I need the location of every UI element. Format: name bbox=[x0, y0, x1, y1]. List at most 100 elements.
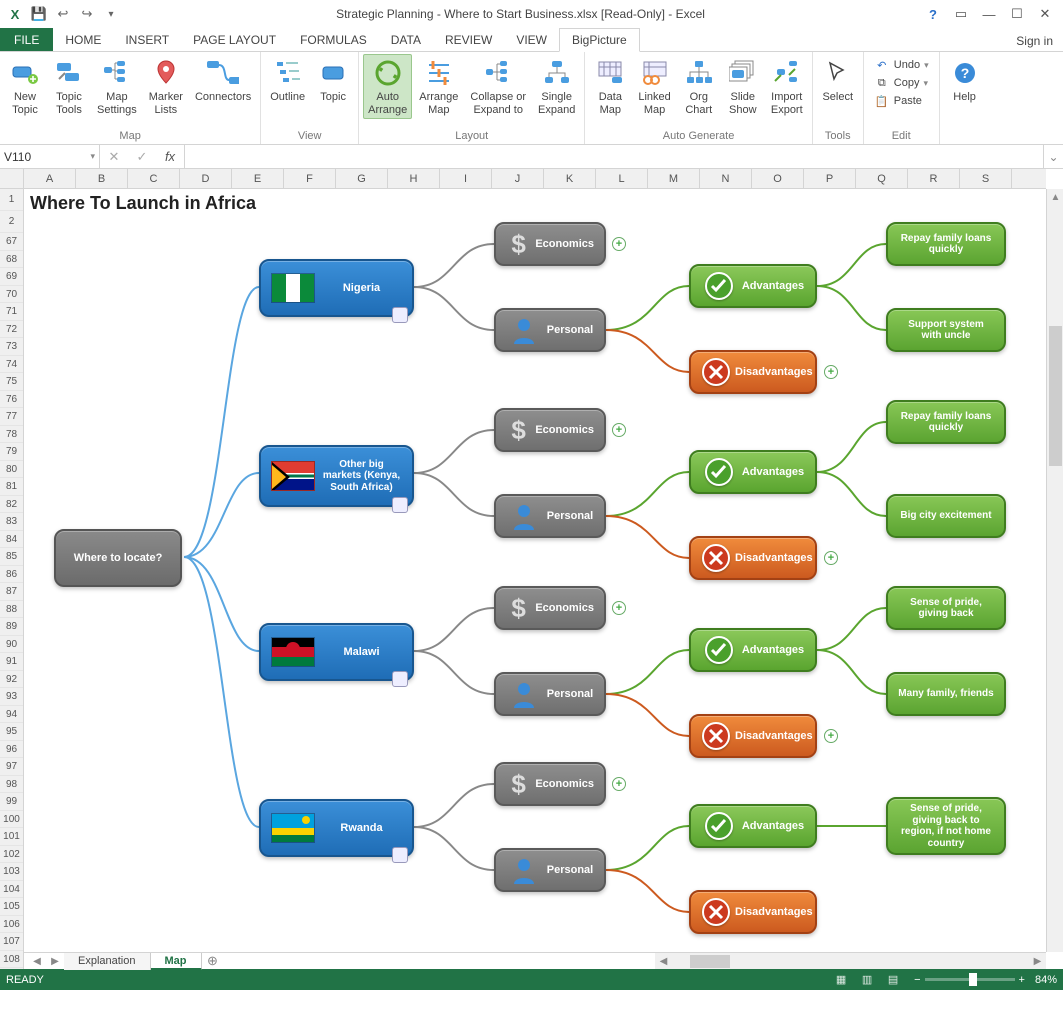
row-header[interactable]: 79 bbox=[0, 443, 23, 461]
sign-in-link[interactable]: Sign in bbox=[1006, 30, 1063, 52]
sheet-nav-prev[interactable]: ◀ bbox=[28, 956, 46, 967]
expand-button[interactable]: + bbox=[612, 237, 626, 251]
import-export-button[interactable]: Import Export bbox=[766, 54, 808, 119]
node-economics[interactable]: $Economics bbox=[494, 408, 606, 452]
node-leaf[interactable]: Support system with uncle bbox=[886, 308, 1006, 352]
node-advantages[interactable]: Advantages bbox=[689, 450, 817, 494]
node-country-other[interactable]: Other big markets (Kenya, South Africa) bbox=[259, 445, 414, 507]
grid-body[interactable]: Where To Launch in Africa bbox=[24, 189, 1046, 952]
node-leaf[interactable]: Repay family loans quickly bbox=[886, 222, 1006, 266]
copy-ribbon-button[interactable]: ⧉Copy ▾ bbox=[872, 74, 931, 92]
vertical-scrollbar[interactable]: ▲ bbox=[1046, 189, 1063, 952]
zoom-level[interactable]: 84% bbox=[1035, 974, 1057, 986]
sheet-tab-explanation[interactable]: Explanation bbox=[64, 953, 151, 970]
row-header[interactable]: 84 bbox=[0, 531, 23, 549]
column-header[interactable]: Q bbox=[856, 169, 908, 188]
row-header[interactable]: 67 bbox=[0, 233, 23, 251]
node-disadvantages[interactable]: Disadvantages bbox=[689, 890, 817, 934]
column-header[interactable]: E bbox=[232, 169, 284, 188]
column-header[interactable]: S bbox=[960, 169, 1012, 188]
zoom-control[interactable]: − + 84% bbox=[914, 974, 1057, 986]
minimize-button[interactable]: — bbox=[975, 3, 1003, 25]
row-header[interactable]: 83 bbox=[0, 513, 23, 531]
expand-formula-bar-button[interactable]: ⌄ bbox=[1043, 145, 1063, 168]
column-header[interactable]: N bbox=[700, 169, 752, 188]
node-leaf[interactable]: Repay family loans quickly bbox=[886, 400, 1006, 444]
maximize-button[interactable]: ☐ bbox=[1003, 3, 1031, 25]
column-header[interactable]: A bbox=[24, 169, 76, 188]
linked-map-button[interactable]: Linked Map bbox=[633, 54, 675, 119]
zoom-out-button[interactable]: − bbox=[914, 974, 920, 986]
node-country-malawi[interactable]: Malawi bbox=[259, 623, 414, 681]
row-header[interactable]: 2 bbox=[0, 211, 23, 233]
tab-bigpicture[interactable]: BigPicture bbox=[559, 28, 640, 52]
column-header[interactable]: M bbox=[648, 169, 700, 188]
slide-show-button[interactable]: Slide Show bbox=[722, 54, 764, 119]
zoom-in-button[interactable]: + bbox=[1019, 974, 1025, 986]
expand-button[interactable]: + bbox=[612, 777, 626, 791]
expand-button[interactable]: + bbox=[612, 423, 626, 437]
row-header[interactable]: 75 bbox=[0, 373, 23, 391]
node-leaf[interactable]: Sense of pride, giving back bbox=[886, 586, 1006, 630]
auto-arrange-button[interactable]: Auto Arrange bbox=[363, 54, 412, 119]
node-root[interactable]: Where to locate? bbox=[54, 529, 182, 587]
name-box[interactable]: V110▾ bbox=[0, 145, 100, 168]
expand-button[interactable]: + bbox=[824, 551, 838, 565]
formula-input[interactable] bbox=[185, 145, 1043, 168]
column-header[interactable]: I bbox=[440, 169, 492, 188]
row-header[interactable]: 97 bbox=[0, 758, 23, 776]
row-header[interactable]: 69 bbox=[0, 268, 23, 286]
expand-button[interactable]: + bbox=[824, 729, 838, 743]
row-header[interactable]: 100 bbox=[0, 811, 23, 829]
column-header[interactable]: L bbox=[596, 169, 648, 188]
data-map-button[interactable]: Data Map bbox=[589, 54, 631, 119]
help-button[interactable]: ? bbox=[919, 3, 947, 25]
accept-formula-button[interactable]: ✓ bbox=[128, 149, 156, 165]
row-header[interactable]: 86 bbox=[0, 566, 23, 584]
row-header[interactable]: 74 bbox=[0, 356, 23, 374]
paste-ribbon-button[interactable]: 📋Paste bbox=[872, 92, 931, 110]
row-header[interactable]: 82 bbox=[0, 496, 23, 514]
node-country-nigeria[interactable]: Nigeria bbox=[259, 259, 414, 317]
horizontal-scrollbar[interactable]: ◀▶ bbox=[655, 952, 1046, 969]
row-header[interactable]: 98 bbox=[0, 776, 23, 794]
row-header[interactable]: 76 bbox=[0, 391, 23, 409]
single-expand-button[interactable]: Single Expand bbox=[533, 54, 580, 119]
row-header[interactable]: 1 bbox=[0, 189, 23, 211]
row-header[interactable]: 93 bbox=[0, 688, 23, 706]
row-header[interactable]: 68 bbox=[0, 251, 23, 269]
column-header[interactable]: J bbox=[492, 169, 544, 188]
expand-button[interactable]: + bbox=[824, 365, 838, 379]
row-header[interactable]: 96 bbox=[0, 741, 23, 759]
row-header[interactable]: 71 bbox=[0, 303, 23, 321]
node-leaf[interactable]: Sense of pride, giving back to region, i… bbox=[886, 797, 1006, 855]
sheet-tab-map[interactable]: Map bbox=[151, 953, 202, 970]
topic-tools-button[interactable]: Topic Tools bbox=[48, 54, 90, 119]
cancel-formula-button[interactable]: ✕ bbox=[100, 149, 128, 165]
save-button[interactable]: 💾 bbox=[28, 3, 50, 25]
tab-home[interactable]: HOME bbox=[53, 28, 113, 52]
node-disadvantages[interactable]: Disadvantages bbox=[689, 536, 817, 580]
row-header[interactable]: 106 bbox=[0, 916, 23, 934]
row-header[interactable]: 105 bbox=[0, 898, 23, 916]
row-header[interactable]: 70 bbox=[0, 286, 23, 304]
node-advantages[interactable]: Advantages bbox=[689, 804, 817, 848]
row-header[interactable]: 85 bbox=[0, 548, 23, 566]
undo-button[interactable]: ↩ bbox=[52, 3, 74, 25]
collapse-expand-button[interactable]: Collapse or Expand to bbox=[465, 54, 531, 119]
node-economics[interactable]: $Economics bbox=[494, 762, 606, 806]
row-header[interactable]: 90 bbox=[0, 636, 23, 654]
column-header[interactable]: P bbox=[804, 169, 856, 188]
row-header[interactable]: 103 bbox=[0, 863, 23, 881]
node-country-rwanda[interactable]: Rwanda bbox=[259, 799, 414, 857]
outline-button[interactable]: Outline bbox=[265, 54, 310, 107]
expand-button[interactable]: + bbox=[612, 601, 626, 615]
row-header[interactable]: 77 bbox=[0, 408, 23, 426]
node-personal[interactable]: Personal bbox=[494, 672, 606, 716]
node-advantages[interactable]: Advantages bbox=[689, 628, 817, 672]
row-header[interactable]: 80 bbox=[0, 461, 23, 479]
node-leaf[interactable]: Many family, friends bbox=[886, 672, 1006, 716]
column-header[interactable]: K bbox=[544, 169, 596, 188]
tab-page-layout[interactable]: PAGE LAYOUT bbox=[181, 28, 288, 52]
row-header[interactable]: 88 bbox=[0, 601, 23, 619]
